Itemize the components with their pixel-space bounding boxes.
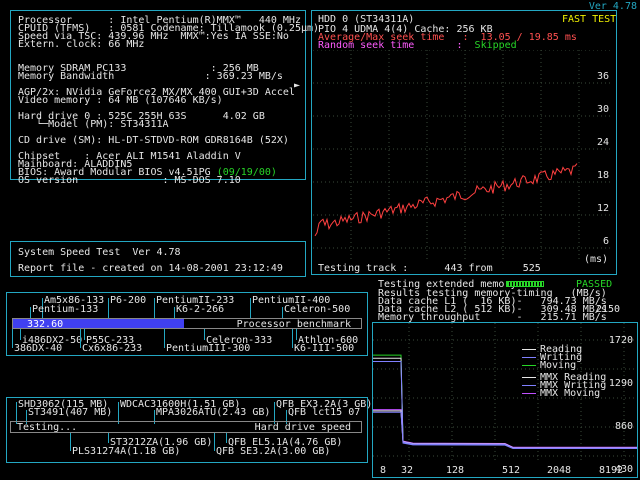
- bench-label: Cx6x86-233: [82, 343, 143, 354]
- mem-x-tick: 8: [380, 465, 386, 476]
- bench-tick: [174, 307, 175, 318]
- bench-label: K6-2-266: [176, 304, 225, 315]
- memory-graph: 172012908604308 32 128 512 2048 8192: [373, 323, 637, 476]
- seek-y-tick: 36: [597, 71, 609, 82]
- speed-test-title: System Speed Test Ver 4.78: [18, 247, 181, 258]
- hdd-benchmark: SHD3062(115 MB) WDCAC31600H(1.51 GB) QFB E…: [6, 397, 372, 463]
- seek-graph: 4236302418126: [313, 50, 613, 262]
- info-arrow: ►: [294, 80, 301, 91]
- bench-tick: [20, 328, 21, 340]
- bench-tick: [292, 328, 293, 348]
- bench-tick: [226, 433, 227, 443]
- mem-progress-bar: [506, 281, 544, 287]
- mem-x-tick: 8192: [599, 465, 623, 476]
- bench-label: ST3491(407 MB): [28, 407, 113, 418]
- mem-y-tick: 860: [615, 421, 633, 432]
- bench-label: Pentium-133: [32, 304, 99, 315]
- bench-tick: [84, 328, 85, 340]
- sysinfo-line: CD drive (SM): HL-DT-STDVD-ROM GDR8164B …: [18, 135, 289, 146]
- hdd-benchmark-label: Hard drive speed: [254, 422, 351, 433]
- legend-swatch: [522, 384, 536, 386]
- bench-tick: [12, 328, 13, 348]
- seek-y-tick: 24: [597, 137, 609, 148]
- mem-y-tick: 1720: [609, 335, 633, 346]
- bench-label: K6-III-500: [294, 343, 355, 354]
- bench-label: QFB SE3.2A(3.00 GB): [216, 446, 331, 457]
- cpu-benchmark-value: 332.60: [27, 319, 64, 330]
- seek-y-tick: 30: [597, 104, 609, 115]
- bench-tick: [164, 328, 165, 348]
- mem-x-tick: 128: [446, 465, 464, 476]
- fast-test-label: FAST TEST: [562, 14, 617, 25]
- memory-series-line: [373, 409, 637, 448]
- sysinfo-line: Memory Bandwidth : 369.23 MB/s: [18, 71, 283, 82]
- legend-swatch: [522, 376, 536, 378]
- bench-label: Celeron-500: [284, 304, 351, 315]
- testing-track: Testing track : 443 from 525: [318, 263, 541, 274]
- bench-tick: [70, 433, 71, 451]
- cpu-benchmark: Am5x86-133 P6-200 PentiumII-233 PentiumII-4…: [6, 292, 368, 356]
- sysinfo-line: └─Model (PM): ST34311A: [18, 119, 169, 130]
- legend-label: MMX Moving: [540, 388, 601, 399]
- hdd-testing-label: Testing...: [17, 422, 78, 433]
- memory-legend-item: Moving: [522, 360, 576, 371]
- cpu-benchmark-label: Processor benchmark: [236, 319, 351, 330]
- legend-swatch: [522, 392, 536, 394]
- bench-tick: [204, 328, 205, 340]
- bench-label: PLS31274A(1.18 GB): [72, 446, 181, 457]
- memory-legend-item: MMX Moving: [522, 388, 600, 399]
- bench-tick: [80, 328, 81, 348]
- bench-tick: [154, 298, 155, 318]
- sysinfo-line: Video memory : 64 MB (107646 KB/s): [18, 95, 223, 106]
- report-file-text: Report file - created on 14-08-2001 23:1…: [18, 263, 283, 274]
- sysinfo-line: OS version : MS-DOS 7.10: [18, 175, 241, 186]
- bench-label: P6-200: [110, 295, 147, 306]
- bench-tick: [250, 298, 251, 318]
- bench-label: QFB lct15 07: [288, 407, 361, 418]
- legend-label: Moving: [540, 360, 577, 371]
- memory-series-line: [373, 410, 637, 449]
- mem-x-tick: 2048: [547, 465, 571, 476]
- cpu-benchmark-bar: 332.60 Processor benchmark: [12, 318, 362, 330]
- seek-y-tick: 12: [597, 203, 609, 214]
- bench-label: PentiumIII-300: [166, 343, 251, 354]
- bench-tick: [108, 433, 109, 443]
- mem-x-tick: 512: [502, 465, 520, 476]
- bench-tick: [282, 307, 283, 318]
- bench-tick: [108, 298, 109, 318]
- legend-swatch: [522, 356, 536, 358]
- seek-unit: (ms): [584, 254, 609, 265]
- bench-tick: [214, 433, 215, 451]
- bench-label: MPA3026ATU(2.43 GB): [156, 407, 271, 418]
- legend-swatch: [522, 364, 536, 366]
- bench-label: 386DX-40: [14, 343, 63, 354]
- sysinfo-line: Extern. clock: 66 MHz: [18, 39, 145, 50]
- hdd-benchmark-bar: Testing... Hard drive speed: [10, 421, 362, 433]
- mem-y-tick: 1290: [609, 378, 633, 389]
- seek-y-tick: 6: [603, 236, 609, 247]
- bench-tick: [30, 307, 31, 318]
- seek-y-tick: 18: [597, 170, 609, 181]
- mem-x-tick: 32: [401, 465, 413, 476]
- legend-swatch: [522, 348, 536, 350]
